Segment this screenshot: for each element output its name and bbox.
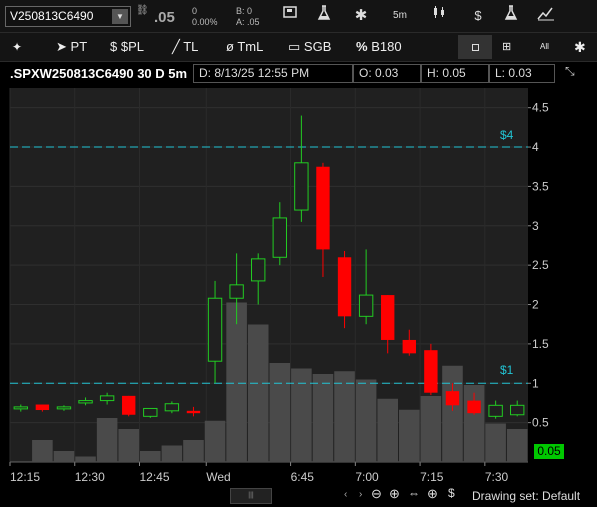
plot-area[interactable]	[10, 88, 528, 462]
bar-open: O: 0.03	[353, 64, 421, 83]
x-tick-label: 7:00	[355, 470, 379, 484]
pointer-tool-label: PT	[70, 39, 88, 54]
y-tick-label: 2	[532, 298, 539, 312]
horizontal-scrollbar[interactable]: |||	[230, 488, 272, 504]
candle-style-icon[interactable]	[428, 5, 450, 27]
single-layout-button[interactable]	[458, 35, 492, 59]
rectangle-icon: ▭	[288, 39, 301, 54]
last-price: .05	[154, 9, 175, 26]
scroll-left-icon[interactable]: ‹	[344, 489, 347, 500]
symbol-input[interactable]: V250813C6490 ▼	[5, 6, 131, 27]
x-tick-label: Wed	[206, 470, 230, 484]
chart-symbol-title: .SPXW250813C6490 30 D 5m	[10, 66, 188, 81]
interval-selector[interactable]: 5m	[387, 5, 413, 27]
lower-line-label: $1	[500, 363, 514, 377]
trendline-icon: ╱	[172, 39, 180, 54]
drawings-icon[interactable]	[535, 5, 557, 27]
timeline-tool[interactable]: ø TmL	[226, 36, 263, 58]
x-tick-label: 12:45	[140, 470, 170, 484]
timeline-tool-label: TmL	[237, 39, 264, 54]
price-level-tool-label: $PL	[120, 39, 144, 54]
dollar-line-icon: $	[110, 39, 118, 54]
timeline-icon: ø	[226, 39, 234, 54]
zoom-in-icon[interactable]: ⊕	[389, 486, 400, 502]
sgb-tool-label: SGB	[303, 39, 332, 54]
bar-low: L: 0.03	[489, 64, 555, 83]
b180-tool-label: B180	[371, 39, 402, 54]
y-tick-label: 3	[532, 219, 539, 233]
y-tick-label: 3.5	[532, 179, 549, 193]
x-tick-label: 7:30	[485, 470, 509, 484]
collapse-icon[interactable]: ⤡	[565, 64, 575, 79]
b180-tool[interactable]: % B180	[356, 36, 402, 58]
bar-high: H: 0.05	[421, 64, 489, 83]
crosshair-icon[interactable]: ⊕	[427, 486, 438, 502]
sgb-tool[interactable]: ▭ SGB	[288, 36, 331, 58]
link-icon[interactable]: ⛓	[136, 6, 149, 26]
x-tick-label: 7:15	[420, 470, 444, 484]
net-change-pct: 0.00%	[192, 17, 218, 27]
flask-icon[interactable]	[313, 5, 335, 27]
dollar-icon[interactable]: $	[467, 5, 489, 27]
y-tick-label: 4	[532, 140, 539, 154]
symbol-dropdown-icon[interactable]: ▼	[112, 9, 128, 24]
y-tick-label: 1.5	[532, 337, 549, 351]
bid-price: B: 0	[236, 6, 253, 16]
bar-date: D: 8/13/25 12:55 PM	[193, 64, 353, 83]
scroll-right-icon[interactable]: ›	[359, 489, 362, 500]
grid-layout-icon[interactable]: ⊞	[502, 36, 511, 58]
chart-settings-gear-icon[interactable]: ✱	[574, 36, 586, 58]
y-tick-label: 1	[532, 376, 539, 390]
y-tick-label: 2.5	[532, 258, 549, 272]
price-axis-dollar-icon[interactable]: $	[448, 486, 455, 500]
trendline-tool[interactable]: ╱ TL	[172, 36, 198, 58]
price-level-tool[interactable]: $ $PL	[110, 36, 144, 58]
x-tick-label: 12:30	[75, 470, 105, 484]
pin-icon[interactable]: ✦	[12, 36, 22, 58]
ask-price: A: .05	[236, 17, 260, 27]
study-flask-icon[interactable]	[500, 5, 522, 27]
x-tick-label: 12:15	[10, 470, 40, 484]
square-icon	[472, 44, 479, 51]
y-tick-label: 4.5	[532, 101, 549, 115]
trendline-tool-label: TL	[183, 39, 199, 54]
symbol-text: V250813C6490	[10, 9, 94, 23]
cursor-icon: ➤	[56, 39, 67, 54]
news-icon[interactable]	[280, 5, 302, 27]
pan-icon[interactable]: ⇔	[408, 486, 420, 500]
gear-icon[interactable]: ✱	[350, 5, 372, 27]
pointer-tool[interactable]: ➤ PT	[56, 36, 87, 58]
upper-line-label: $4	[500, 128, 514, 142]
y-tick-label: 0.5	[532, 416, 549, 430]
x-tick-label: 6:45	[291, 470, 315, 484]
zoom-out-icon[interactable]: ⊖	[371, 486, 382, 502]
drawing-set-label[interactable]: Drawing set: Default	[472, 489, 580, 503]
percent-icon: %	[356, 39, 368, 54]
all-icon[interactable]: All	[540, 36, 549, 58]
net-change: 0	[192, 6, 198, 16]
current-price-badge: 0.05	[534, 444, 564, 459]
